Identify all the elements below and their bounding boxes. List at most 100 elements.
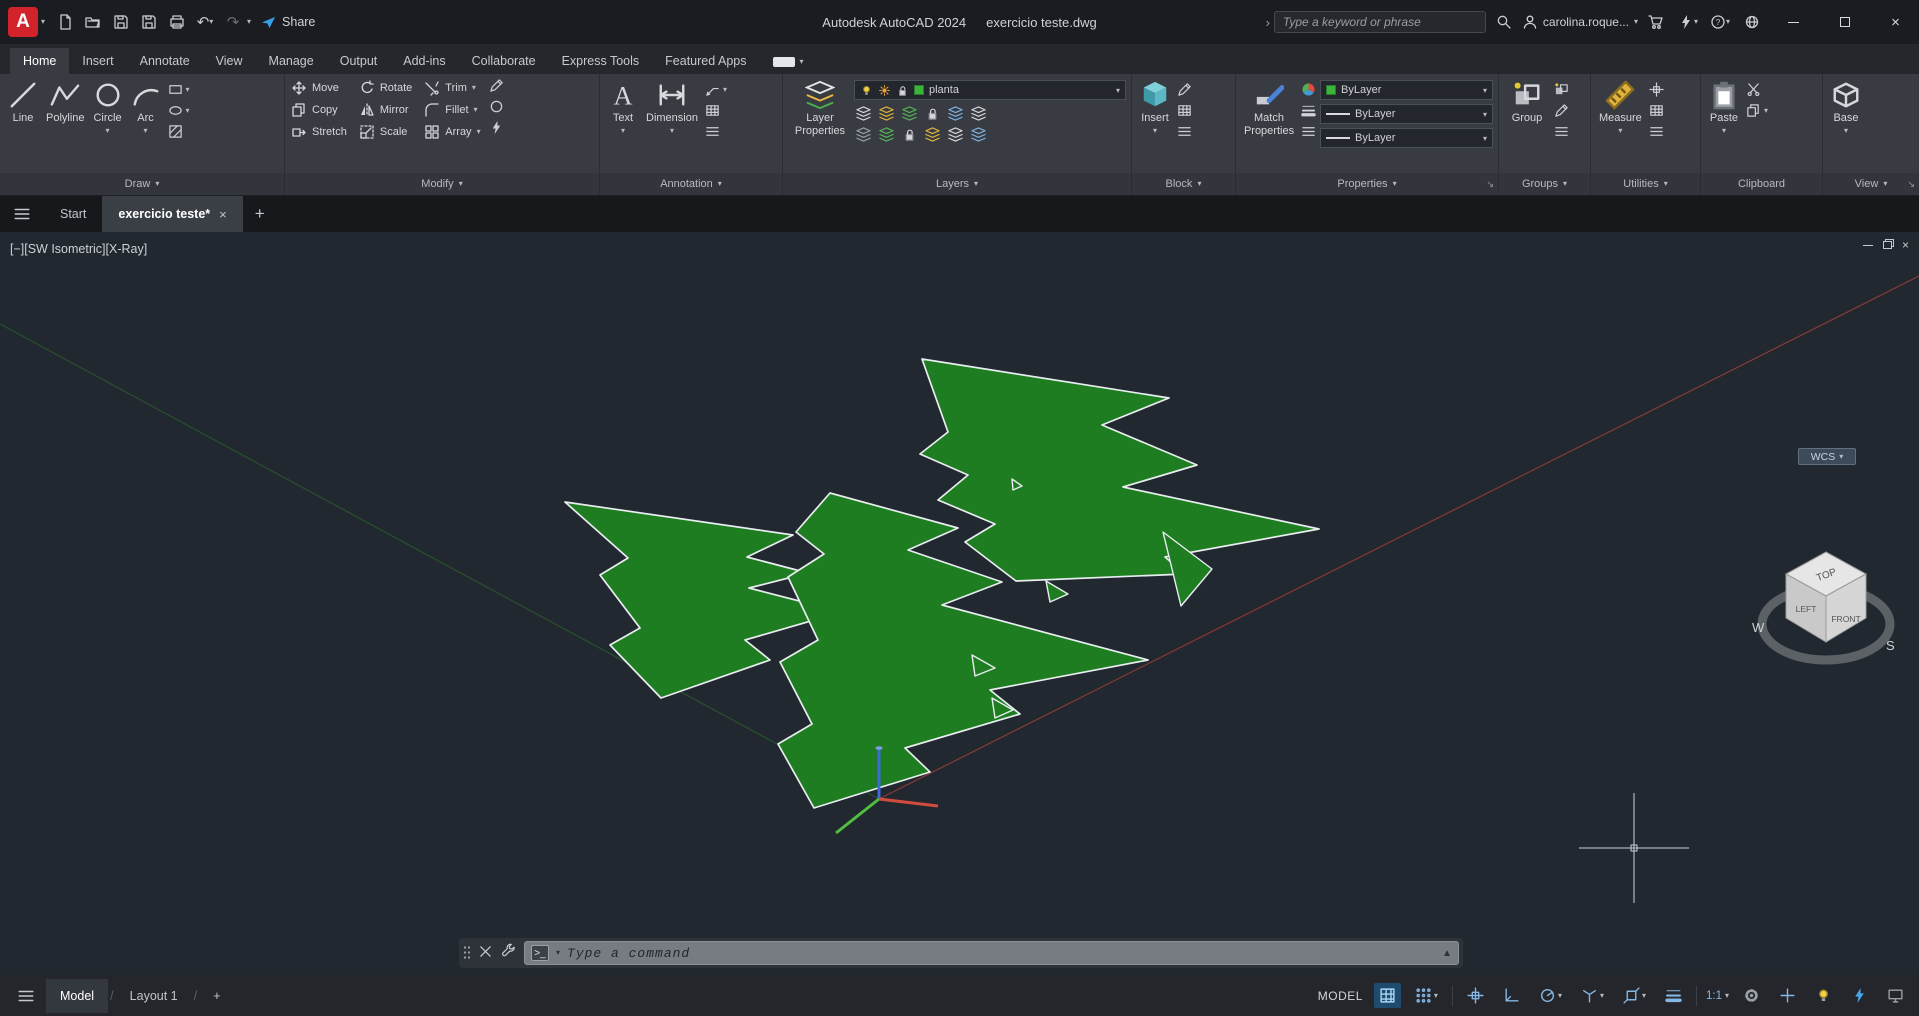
view-controls[interactable]: [SW Isometric] — [24, 242, 105, 256]
stretch-button[interactable]: Stretch — [291, 124, 347, 140]
clipboard-panel-label[interactable]: Clipboard — [1701, 173, 1822, 195]
paste-button[interactable]: Paste▾ — [1706, 78, 1742, 137]
file-tab-close-icon[interactable]: × — [219, 207, 227, 222]
infer-constraints-toggle[interactable] — [1462, 983, 1489, 1008]
insert-button[interactable]: Insert▾ — [1137, 78, 1173, 137]
ortho-mode-toggle[interactable] — [1498, 983, 1525, 1008]
line-button[interactable]: Line — [5, 78, 41, 127]
viewport-controls-menu[interactable]: [−] — [10, 242, 24, 256]
circle-button[interactable]: Circle▾ — [90, 78, 126, 137]
dimension-button[interactable]: Dimension▾ — [643, 78, 701, 137]
annotation-panel-label[interactable]: Annotation▾ — [600, 173, 782, 195]
id-point-button[interactable] — [1649, 82, 1664, 97]
viewcube-west-label[interactable]: W — [1752, 620, 1765, 635]
file-tabs-menu-icon[interactable] — [0, 196, 44, 232]
search-expand-chevron-icon[interactable]: › — [1266, 15, 1270, 30]
quick-calc-button[interactable] — [1649, 103, 1664, 118]
user-account-button[interactable]: carolina.roque... ▾ — [1522, 14, 1638, 30]
layer-properties-button[interactable]: Layer Properties — [788, 78, 852, 139]
toolbar-customize-caret-icon[interactable]: ▾ — [247, 18, 251, 26]
polar-tracking-toggle[interactable]: ▾ — [1534, 983, 1567, 1008]
layout-tabs-menu-icon[interactable] — [6, 987, 46, 1005]
viewport-close-button[interactable]: × — [1902, 238, 1909, 252]
explode-button[interactable] — [489, 120, 504, 135]
lineweight-select[interactable]: ByLayer▾ — [1320, 104, 1493, 124]
plot-button[interactable] — [164, 9, 190, 35]
layer-off-icon[interactable] — [856, 106, 871, 121]
linetype-select[interactable]: ByLayer▾ — [1320, 128, 1493, 148]
color-wheel-icon[interactable] — [1301, 82, 1316, 97]
minimize-button[interactable] — [1770, 0, 1817, 44]
fillet-button[interactable]: Fillet▾ — [424, 102, 480, 118]
session-globe-icon[interactable] — [1739, 9, 1765, 35]
ribbon-tab-home[interactable]: Home — [10, 48, 69, 74]
layer-lock-icon[interactable] — [896, 84, 909, 97]
annotation-more-button[interactable] — [705, 124, 727, 139]
ribbon-tab-insert[interactable]: Insert — [69, 48, 126, 74]
ribbon-display-toggle[interactable]: ▾ — [773, 57, 803, 74]
search-input[interactable]: Type a keyword or phrase — [1274, 11, 1486, 33]
move-button[interactable]: Move — [291, 80, 347, 96]
clean-screen-toggle[interactable] — [1882, 983, 1909, 1008]
model-canvas[interactable] — [0, 232, 1919, 975]
layer-isolate-icon[interactable] — [879, 106, 894, 121]
layer-state-icon[interactable] — [971, 127, 986, 142]
block-panel-label[interactable]: Block▾ — [1132, 173, 1235, 195]
file-tab-start[interactable]: Start — [44, 196, 102, 232]
array-button[interactable]: Array▾ — [424, 124, 480, 140]
share-button[interactable]: Share — [261, 15, 315, 30]
wcs-button[interactable]: WCS ▾ — [1798, 448, 1856, 465]
save-button[interactable] — [108, 9, 134, 35]
layer-previous-icon[interactable] — [948, 127, 963, 142]
ribbon-tab-collaborate[interactable]: Collaborate — [459, 48, 549, 74]
layer-unisolate-icon[interactable] — [856, 127, 871, 142]
draw-panel-label[interactable]: Draw▾ — [0, 173, 284, 195]
command-customize-wrench-icon[interactable] — [501, 943, 516, 963]
command-history-icon[interactable]: ▲ — [1442, 948, 1452, 959]
lineweight-list-icon[interactable] — [1301, 103, 1316, 118]
view-panel-label[interactable]: View▾↘ — [1823, 173, 1919, 195]
ribbon-tab-view[interactable]: View — [203, 48, 256, 74]
grid-display-toggle[interactable] — [1374, 983, 1401, 1008]
layer-select[interactable]: planta ▾ — [854, 80, 1126, 100]
define-attributes-button[interactable] — [1177, 103, 1192, 118]
erase-button[interactable] — [489, 78, 504, 93]
measure-button[interactable]: Measure▾ — [1596, 78, 1645, 137]
polyline-button[interactable]: Polyline — [43, 78, 88, 127]
snap-mode-toggle[interactable]: ▾ — [1410, 983, 1443, 1008]
leader-button[interactable]: ▾ — [705, 82, 727, 97]
redo-button[interactable]: ↷ — [220, 9, 246, 35]
ribbon-tab-add-ins[interactable]: Add-ins — [390, 48, 458, 74]
ribbon-tab-express-tools[interactable]: Express Tools — [549, 48, 653, 74]
isolate-objects-toggle[interactable] — [1810, 983, 1837, 1008]
cut-button[interactable] — [1746, 82, 1768, 97]
layer-thaw-icon[interactable] — [879, 127, 894, 142]
lineweight-toggle[interactable] — [1660, 983, 1687, 1008]
customization-button[interactable] — [1738, 983, 1765, 1008]
model-space-label[interactable]: MODEL — [1318, 989, 1363, 1003]
help-button[interactable]: ▾ — [1707, 9, 1733, 35]
layer-freeze-sun-icon[interactable] — [878, 84, 891, 97]
layers-panel-label[interactable]: Layers▾ — [783, 173, 1131, 195]
app-logo[interactable]: A — [8, 7, 38, 37]
undo-button[interactable]: ↶▾ — [192, 9, 218, 35]
isometric-drafting-toggle[interactable]: ▾ — [1576, 983, 1609, 1008]
properties-panel-label[interactable]: Properties▾↘ — [1236, 173, 1498, 195]
app-menu-caret-icon[interactable]: ▾ — [41, 18, 45, 26]
mirror-button[interactable]: Mirror — [359, 102, 412, 118]
make-current-layer-icon[interactable] — [948, 106, 963, 121]
command-drag-grip[interactable] — [463, 945, 470, 961]
layer-color-swatch[interactable] — [914, 85, 924, 95]
rotate-button[interactable]: Rotate — [359, 80, 412, 96]
groups-panel-label[interactable]: Groups▾ — [1499, 173, 1590, 195]
command-input[interactable]: >_ ▾ Type a command ▲ — [524, 941, 1459, 965]
ribbon-tab-output[interactable]: Output — [327, 48, 391, 74]
layer-lock-tool-icon[interactable] — [925, 106, 940, 121]
open-button[interactable] — [80, 9, 106, 35]
edit-block-button[interactable] — [1177, 82, 1192, 97]
autodesk-apps-icon[interactable]: ▾ — [1675, 9, 1701, 35]
command-prompt-icon[interactable]: >_ — [531, 945, 549, 961]
scale-button[interactable]: Scale — [359, 124, 412, 140]
rectangle-button[interactable]: ▾ — [168, 82, 190, 97]
layout1-tab[interactable]: Layout 1 — [116, 979, 192, 1013]
